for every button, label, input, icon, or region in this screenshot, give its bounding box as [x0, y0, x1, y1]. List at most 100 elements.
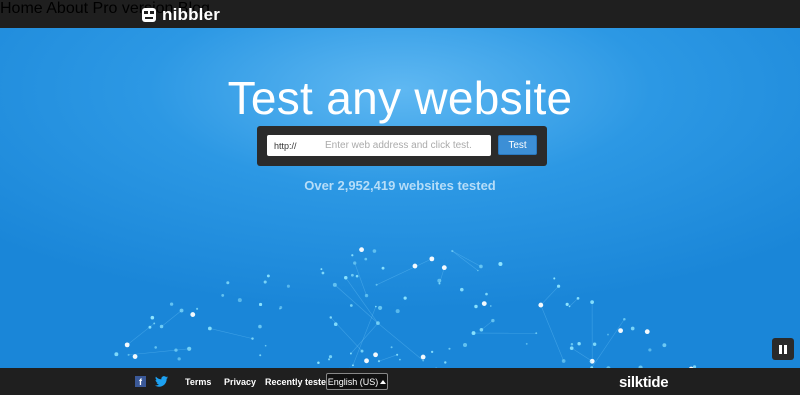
silktide-brand[interactable]: silktide: [619, 374, 669, 391]
caret-up-icon: [380, 379, 387, 384]
network-dot: [569, 346, 574, 350]
network-dot: [150, 315, 155, 320]
network-link: [540, 285, 559, 306]
network-link: [571, 347, 593, 362]
pause-icon: [779, 344, 787, 354]
network-dot: [448, 347, 451, 350]
language-label: English (US): [327, 376, 379, 387]
network-link: [354, 262, 367, 296]
network-link: [345, 277, 379, 324]
network-dot: [114, 352, 119, 357]
nibbler-robot-icon: [142, 8, 156, 22]
network-link: [209, 328, 253, 339]
nav-home[interactable]: Home: [0, 0, 43, 17]
websites-tested-counter: Over 2,952,419 websites tested: [304, 178, 496, 193]
facebook-icon[interactable]: f: [135, 376, 146, 387]
network-dot: [259, 354, 262, 357]
network-dot: [565, 302, 569, 306]
network-dot: [351, 254, 354, 257]
network-dot: [159, 324, 164, 329]
network-dot: [221, 294, 225, 297]
network-dot: [498, 261, 503, 267]
network-dot: [395, 309, 400, 314]
twitter-icon[interactable]: [155, 376, 168, 387]
network-dot: [474, 304, 478, 309]
network-dot: [364, 293, 369, 298]
network-dot: [258, 302, 263, 307]
network-dot: [124, 342, 130, 348]
network-dot: [266, 274, 270, 278]
network-dot: [590, 300, 594, 304]
network-dot: [317, 361, 320, 365]
network-dot: [381, 266, 385, 270]
network-dot: [644, 329, 650, 335]
network-dot: [153, 322, 156, 325]
network-dot: [412, 263, 418, 269]
url-input[interactable]: http:// Enter web address and click test…: [267, 135, 491, 156]
network-dot: [360, 349, 364, 353]
url-prefix: http://: [274, 140, 297, 151]
network-dot: [390, 346, 393, 349]
network-dot: [437, 278, 442, 283]
network-dot: [479, 328, 484, 332]
network-dot: [132, 354, 138, 359]
network-dot: [375, 283, 378, 286]
network-dot: [568, 305, 571, 308]
network-dot: [333, 322, 338, 326]
nibbler-logo[interactable]: nibbler: [141, 5, 220, 25]
network-dot: [359, 247, 364, 253]
network-dot: [226, 281, 230, 285]
footer-bar: f Terms Privacy Recently tested English …: [0, 368, 800, 395]
network-dot: [320, 268, 323, 271]
network-dot: [258, 324, 262, 329]
network-dot: [403, 296, 407, 300]
network-dot: [355, 274, 359, 278]
network-dot: [251, 337, 254, 340]
url-test-form: http:// Enter web address and click test…: [257, 126, 547, 166]
network-dot: [264, 344, 267, 347]
network-link: [452, 250, 479, 271]
network-dot: [396, 353, 399, 356]
network-link: [334, 284, 379, 324]
network-dot: [332, 282, 337, 287]
network-link: [376, 258, 432, 286]
footer-link-recently-tested[interactable]: Recently tested: [265, 377, 332, 387]
network-dot: [648, 348, 652, 352]
nav-about[interactable]: About: [46, 0, 88, 17]
network-dot: [535, 332, 538, 335]
language-selector[interactable]: English (US): [326, 373, 388, 390]
network-dot: [489, 305, 492, 307]
network-dot: [263, 280, 267, 284]
network-dot: [623, 318, 626, 321]
network-dot: [154, 346, 157, 349]
network-dot: [399, 358, 401, 361]
network-dot: [279, 307, 281, 310]
network-dot: [429, 256, 435, 262]
network-dot: [576, 296, 580, 300]
network-dot: [451, 249, 454, 253]
network-dot: [353, 261, 357, 265]
network-dot: [177, 357, 181, 361]
network-dot: [422, 359, 425, 362]
footer-link-terms[interactable]: Terms: [185, 377, 211, 387]
top-navigation-bar: nibbler Home About Pro version Blog: [0, 0, 800, 28]
pause-button[interactable]: [772, 338, 794, 360]
network-dot: [237, 298, 242, 303]
url-input-placeholder: Enter web address and click test.: [325, 140, 472, 151]
network-dot: [179, 308, 184, 313]
network-dot: [460, 287, 464, 292]
network-dot: [444, 361, 447, 364]
network-dot: [286, 284, 290, 288]
hero-section: Test any website http:// Enter web addre…: [0, 28, 800, 368]
test-button[interactable]: Test: [498, 135, 537, 155]
network-dot: [344, 276, 348, 280]
network-dot: [479, 264, 483, 269]
network-dot: [538, 302, 544, 308]
network-dot: [485, 292, 488, 296]
network-dot: [321, 271, 325, 275]
network-dot: [662, 343, 667, 348]
network-dot: [420, 354, 426, 360]
footer-link-privacy[interactable]: Privacy: [224, 377, 256, 387]
network-link: [569, 298, 579, 307]
network-dot: [553, 277, 556, 280]
